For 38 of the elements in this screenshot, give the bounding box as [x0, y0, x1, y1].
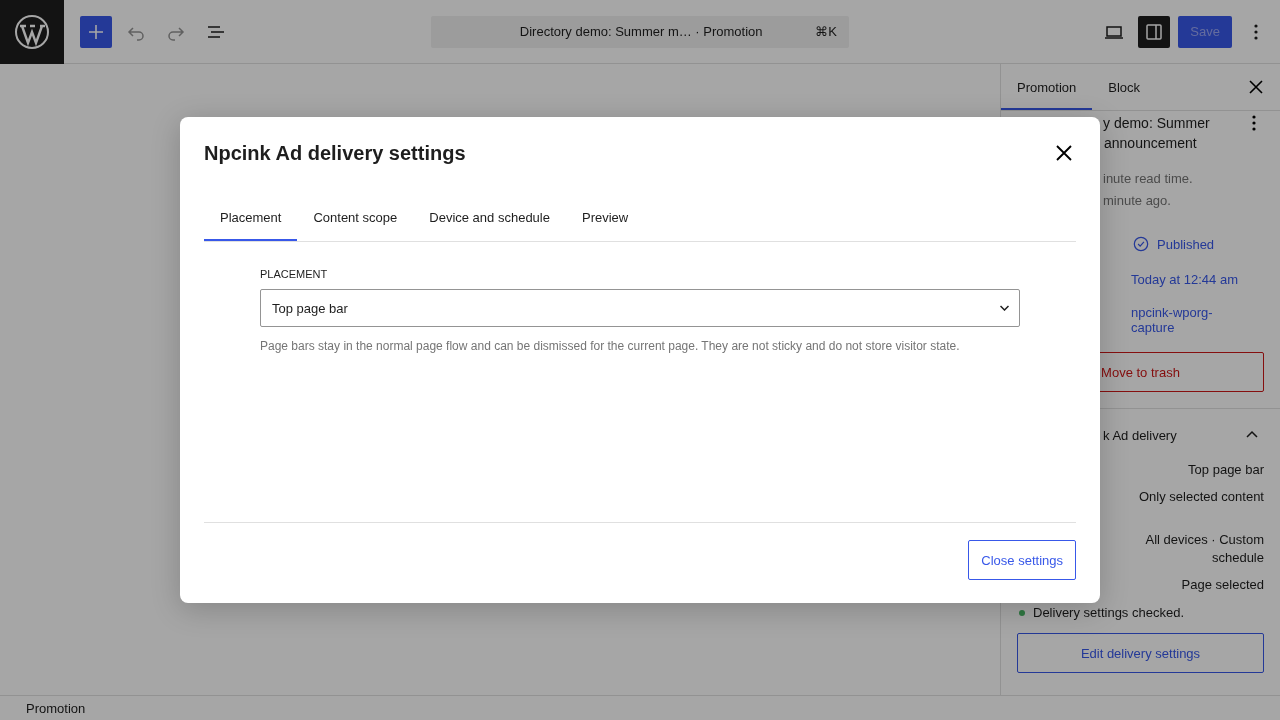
help-text: Page bars stay in the normal page flow and can be dismissed for the current page. They are not sticky and do not store visitor state. [260, 339, 961, 353]
setting-value: Top page bar [1188, 461, 1264, 479]
post-title: y demo: Summer [1103, 114, 1210, 133]
logo-tile[interactable] [0, 0, 64, 64]
dialog-title: Npcink Ad delivery settings [204, 141, 467, 165]
dialog-tab[interactable]: Placement [204, 193, 298, 241]
setting-value: Only selected content [1138, 488, 1264, 506]
kebab-menu-icon [1254, 23, 1258, 40]
add-block-button[interactable] [80, 15, 112, 48]
status-link[interactable]: Published [1131, 234, 1215, 254]
sidebar-toggle-button[interactable] [1138, 15, 1171, 48]
sidebar-tab[interactable]: Promotion [1001, 64, 1093, 110]
field-label: PLACEMENT [260, 268, 329, 280]
kebab-menu-icon [1252, 115, 1256, 131]
shortcut-hint: ⌘K [815, 24, 837, 39]
setting-value: Page selected [1181, 576, 1264, 594]
post-title: announcement [1104, 134, 1197, 153]
post-meta: minute ago. [1103, 192, 1172, 210]
check-circle-icon [1131, 234, 1151, 254]
command-bar[interactable]: Directory demo: Summer m… · Promotion ⌘K [431, 15, 849, 48]
panel-heading[interactable]: k Ad delivery [1103, 427, 1240, 443]
dialog-tab[interactable]: Device and schedule [413, 193, 566, 241]
status-dot [1019, 609, 1025, 616]
dialog-tab[interactable]: Content scope [297, 193, 414, 241]
chevron-down-icon [1000, 305, 1009, 311]
meta-link[interactable]: npcink-wporg-capture [1131, 305, 1241, 335]
meta-link[interactable]: Today at 12:44 am [1131, 272, 1241, 287]
sidebar-tab[interactable]: Block [1092, 64, 1157, 110]
notice-text: Delivery settings checked. [1033, 605, 1184, 620]
close-settings-button[interactable]: Close settings [968, 540, 1076, 580]
setting-value: All devices · Custom schedule [1144, 531, 1264, 567]
edit-settings-button[interactable]: Edit delivery settings [1017, 633, 1264, 673]
post-meta: inute read time. [1103, 170, 1194, 188]
wordpress-logo-icon [14, 13, 50, 50]
document-title: Directory demo: Summer m… · Promotion [518, 24, 764, 39]
breadcrumb[interactable]: Promotion [26, 700, 86, 716]
placement-select[interactable]: Top page bar [260, 289, 1020, 327]
dialog-tab[interactable]: Preview [565, 193, 645, 241]
